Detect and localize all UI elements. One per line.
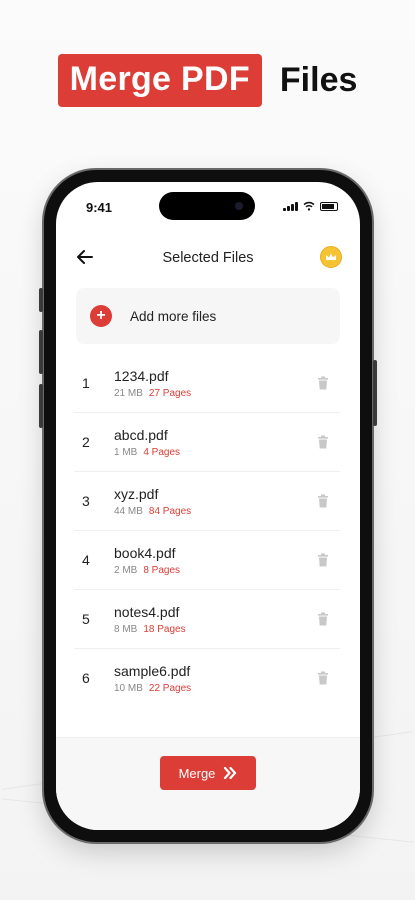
file-size: 10 MB [114,682,143,694]
dynamic-island [159,192,255,220]
trash-icon[interactable] [316,494,330,508]
file-pages: 8 Pages [143,564,181,576]
page-title: Selected Files [162,250,254,266]
trash-icon[interactable] [316,435,330,449]
trash-icon[interactable] [316,612,330,626]
headline-text: Files [279,61,358,99]
phone-side-button [39,288,43,312]
merge-button-label: Merge [178,765,216,781]
premium-button[interactable] [320,246,342,268]
wifi-icon [303,201,315,211]
file-row[interactable]: 4 book4.pdf 2 MB 8 Pages [74,531,340,590]
crown-icon [326,253,336,260]
file-size: 21 MB [114,387,143,399]
camera-dot [235,202,243,210]
file-size: 2 MB [114,564,138,576]
file-size: 44 MB [114,505,143,517]
file-row[interactable]: 1 1234.pdf 21 MB 27 Pages [74,354,340,413]
file-meta: 10 MB 22 Pages [114,683,340,694]
phone-side-button [39,384,43,428]
file-size: 1 MB [114,446,138,458]
file-pages: 4 Pages [143,446,181,458]
file-name: sample6.pdf [114,662,191,679]
file-name: abcd.pdf [114,426,168,443]
bottom-action-bar: Merge [56,737,360,830]
double-chevron-right-icon [224,767,237,779]
file-info: notes4.pdf 8 MB 18 Pages [114,604,340,635]
file-row[interactable]: 2 abcd.pdf 1 MB 4 Pages [74,413,340,472]
headline-badge: Merge PDF [57,54,262,107]
file-meta: 21 MB 27 Pages [114,388,340,399]
battery-icon [320,201,338,211]
file-meta: 8 MB 18 Pages [114,624,340,635]
status-icons [283,201,338,211]
trash-icon[interactable] [316,553,330,567]
phone-screen: 9:41 Selected Files + Add more files 1 1… [56,182,360,830]
file-index: 3 [82,493,90,509]
file-name: book4.pdf [114,544,176,561]
file-index: 2 [82,434,90,450]
file-row[interactable]: 3 xyz.pdf 44 MB 84 Pages [74,472,340,531]
file-size: 8 MB [114,623,138,635]
status-time: 9:41 [86,200,113,215]
file-info: 1234.pdf 21 MB 27 Pages [114,368,340,399]
file-meta: 44 MB 84 Pages [114,506,340,517]
phone-side-button [373,360,377,426]
trash-icon[interactable] [316,671,330,685]
file-info: book4.pdf 2 MB 8 Pages [114,545,340,576]
file-info: xyz.pdf 44 MB 84 Pages [114,486,340,517]
file-info: abcd.pdf 1 MB 4 Pages [114,427,340,458]
file-meta: 2 MB 8 Pages [114,565,340,576]
phone-frame: 9:41 Selected Files + Add more files 1 1… [39,170,377,842]
file-index: 1 [82,375,90,391]
file-row[interactable]: 5 notes4.pdf 8 MB 18 Pages [74,590,340,649]
file-name: 1234.pdf [114,367,169,384]
plus-icon: + [90,305,112,327]
file-name: xyz.pdf [114,485,159,502]
add-more-files-button[interactable]: + Add more files [76,288,340,344]
file-index: 4 [82,552,90,568]
promo-headline: Merge PDF Files [0,54,415,107]
file-pages: 27 Pages [148,387,192,399]
add-more-files-label: Add more files [130,308,217,324]
phone-side-button [39,330,43,374]
signal-icon [283,201,298,211]
file-name: notes4.pdf [114,603,180,620]
file-list: 1 1234.pdf 21 MB 27 Pages 2 abcd.pdf 1 MB… [74,354,340,707]
file-meta: 1 MB 4 Pages [114,447,340,458]
file-index: 5 [82,611,90,627]
merge-button[interactable]: Merge [160,756,256,790]
file-row[interactable]: 6 sample6.pdf 10 MB 22 Pages [74,649,340,707]
file-pages: 22 Pages [148,682,192,694]
file-index: 6 [82,670,90,686]
file-pages: 18 Pages [143,623,186,635]
file-pages: 84 Pages [148,505,192,517]
file-info: sample6.pdf 10 MB 22 Pages [114,663,340,694]
app-header: Selected Files [56,242,360,274]
trash-icon[interactable] [316,376,330,390]
